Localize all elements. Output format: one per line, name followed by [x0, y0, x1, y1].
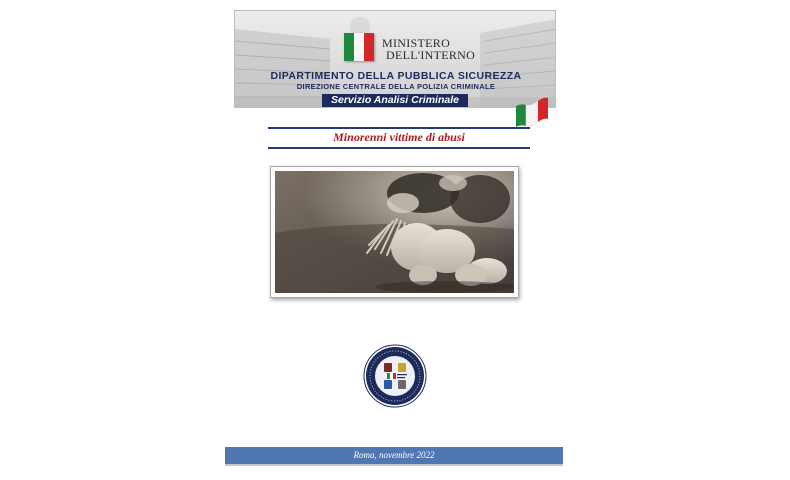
footer-bar: Roma, novembre 2022 — [225, 447, 563, 466]
document-title: Minorenni vittime di abusi — [333, 130, 465, 144]
ministry-name: MINISTERO DELL'INTERNO — [382, 37, 475, 61]
police-emblem-icon — [363, 344, 427, 408]
cover-photo-image — [275, 171, 514, 293]
waving-flag-icon — [516, 97, 548, 127]
footer-place-date: Roma, novembre 2022 — [353, 450, 435, 460]
service-name: Servizio Analisi Criminale — [322, 94, 468, 107]
cover-photo — [270, 166, 519, 298]
title-rule-bottom — [268, 147, 530, 149]
direction-name: DIREZIONE CENTRALE DELLA POLIZIA CRIMINA… — [296, 82, 496, 91]
header-banner: MINISTERO DELL'INTERNO DIPARTIMENTO DELL… — [234, 10, 556, 108]
ministry-line2: DELL'INTERNO — [386, 48, 476, 62]
department-name: DIPARTIMENTO DELLA PUBBLICA SICUREZZA — [270, 70, 522, 82]
italian-flag-icon — [344, 33, 374, 61]
